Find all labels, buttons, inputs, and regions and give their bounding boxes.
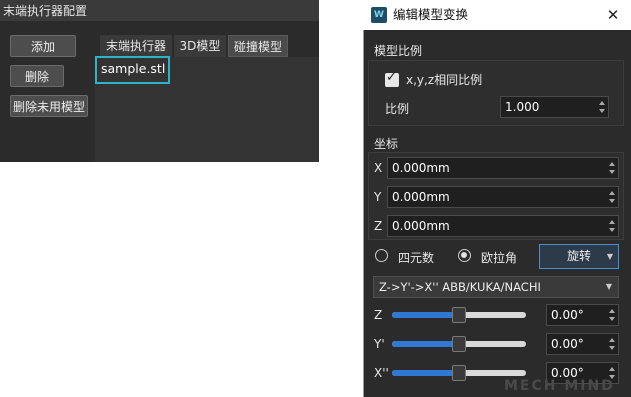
y-spinbox[interactable]: 0.000mm (387, 186, 619, 208)
end-effector-config-panel: 末端执行器配置 添加 删除 删除未用模型 末端执行器 3D模型 碰撞模型 sam… (0, 0, 319, 162)
tab-end-effector[interactable]: 末端执行器 (100, 35, 172, 57)
rotate-button-label: 旋转 (566, 249, 591, 263)
delete-unused-models-button[interactable]: 删除未用模型 (10, 95, 88, 117)
spin-arrows-icon[interactable] (606, 158, 618, 178)
check-icon: ✓ (386, 70, 397, 85)
uniform-scale-checkbox[interactable]: ✓ (385, 70, 399, 87)
delete-button[interactable]: 删除 (10, 65, 64, 87)
close-icon[interactable]: ✕ (603, 5, 623, 25)
slider-label: X'' (374, 366, 389, 380)
spin-arrows-icon[interactable] (606, 216, 618, 236)
slider-fill (392, 312, 459, 318)
chevron-down-icon: ▼ (605, 282, 612, 291)
slider-label: Y' (374, 337, 385, 351)
spin-arrows-icon[interactable] (606, 334, 618, 354)
euler-order-select[interactable]: Z->Y'->X'' ABB/KUKA/NACHI ▼ (373, 276, 619, 298)
tab-collision-model[interactable]: 碰撞模型 (228, 35, 288, 57)
ratio-value: 1.000 (505, 100, 540, 114)
spin-arrows-icon[interactable] (596, 97, 608, 117)
slider-fill (392, 370, 459, 376)
quaternion-label: 四元数 (398, 251, 435, 265)
slider-handle[interactable] (452, 307, 466, 323)
y-label: Y (374, 190, 382, 204)
slider-handle[interactable] (452, 336, 466, 352)
watermark-logo: MECH MIND (504, 378, 615, 394)
z-label: Z (374, 219, 383, 233)
quaternion-radio[interactable] (375, 249, 388, 262)
add-button[interactable]: 添加 (10, 35, 76, 57)
edit-model-transform-dialog: W 编辑模型变换 ✕ 模型比例 ✓ x,y,z相同比例 比例 1.000 坐标 … (363, 0, 631, 397)
angle-value: 0.00° (551, 337, 584, 351)
angle-value: 0.00° (551, 308, 584, 322)
angle-spinbox[interactable]: 0.00° (546, 304, 619, 326)
y-value: 0.000mm (392, 190, 450, 204)
z-spinbox[interactable]: 0.000mm (387, 215, 619, 237)
scale-section-title: 模型比例 (374, 44, 423, 58)
ratio-label: 比例 (385, 102, 410, 116)
rotate-button[interactable]: 旋转 ▼ (539, 244, 619, 269)
dialog-title: 编辑模型变换 (393, 7, 469, 22)
angle-spinbox[interactable]: 0.00° (546, 333, 619, 355)
slider-handle[interactable] (452, 365, 466, 381)
euler-order-value: Z->Y'->X'' ABB/KUKA/NACHI (379, 280, 541, 294)
coords-section-title: 坐标 (374, 137, 399, 151)
rotation-slider[interactable] (392, 336, 526, 352)
ratio-spinbox[interactable]: 1.000 (500, 96, 609, 118)
spin-arrows-icon[interactable] (606, 187, 618, 207)
euler-radio[interactable] (458, 249, 471, 262)
x-label: X (374, 161, 383, 175)
uniform-scale-label: x,y,z相同比例 (406, 73, 483, 87)
slider-fill (392, 341, 459, 347)
rotation-slider[interactable] (392, 307, 526, 323)
model-file-item[interactable]: sample.stl (95, 56, 170, 84)
slider-label: Z (374, 308, 383, 322)
dialog-titlebar[interactable]: W 编辑模型变换 ✕ (363, 0, 631, 30)
rotation-slider[interactable] (392, 365, 526, 381)
spin-arrows-icon[interactable] (606, 305, 618, 325)
z-value: 0.000mm (392, 219, 450, 233)
panel-title: 末端执行器配置 (3, 4, 88, 18)
x-spinbox[interactable]: 0.000mm (387, 157, 619, 179)
euler-label: 欧拉角 (481, 251, 518, 265)
app-logo-icon: W (371, 7, 387, 23)
tab-3d-model[interactable]: 3D模型 (174, 35, 226, 57)
chevron-down-icon: ▼ (606, 252, 613, 261)
x-value: 0.000mm (392, 161, 450, 175)
